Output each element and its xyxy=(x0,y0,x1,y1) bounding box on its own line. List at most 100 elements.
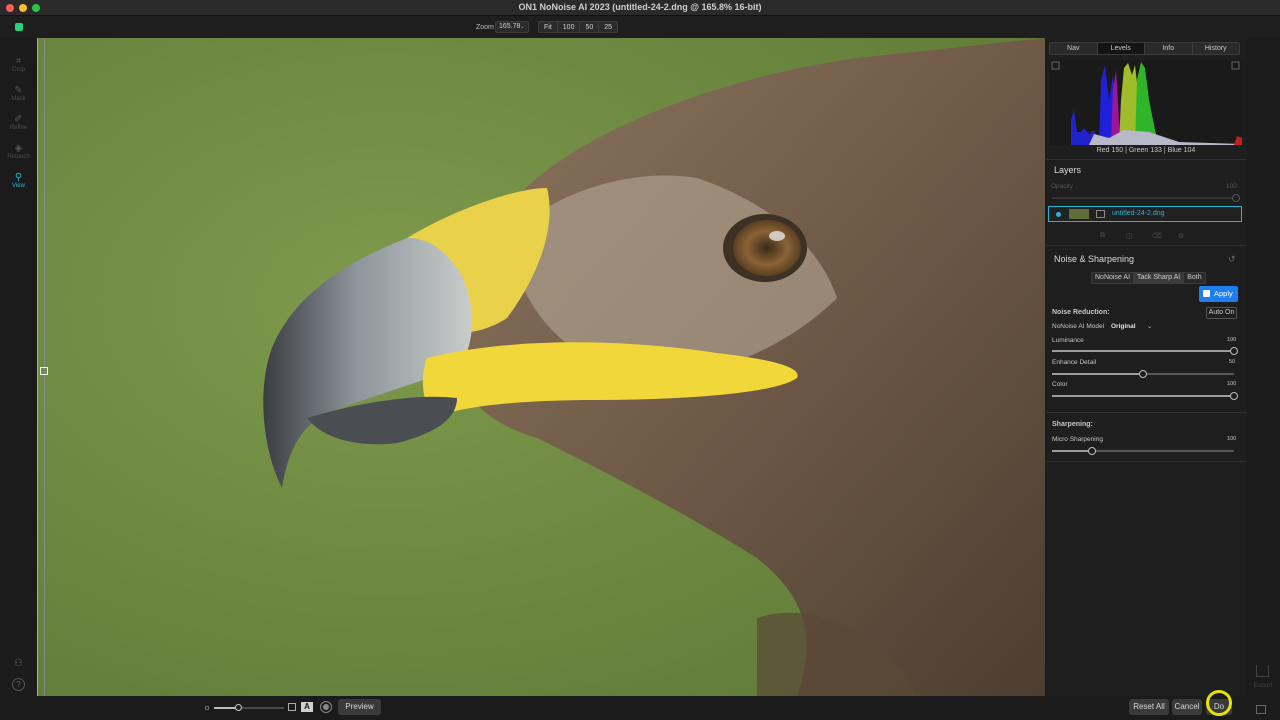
cancel-button[interactable]: Cancel xyxy=(1172,699,1202,715)
compare-view-icon[interactable] xyxy=(288,703,296,711)
refine-brush-icon: ✐ xyxy=(14,114,23,125)
slider-knob[interactable] xyxy=(1230,392,1238,400)
slider-fill xyxy=(1052,350,1234,352)
shadow-clip-icon xyxy=(1051,61,1060,70)
zoom-100-button[interactable]: 100 xyxy=(558,22,581,32)
tool-label: Crop xyxy=(11,67,25,73)
noise-reduction-label: Noise Reduction: xyxy=(1052,309,1110,316)
tab-info[interactable]: Info xyxy=(1145,43,1193,54)
tab-levels[interactable]: Levels xyxy=(1097,43,1145,54)
delete-layer-icon[interactable]: ⌫ xyxy=(1152,232,1162,240)
zoom-50-button[interactable]: 50 xyxy=(580,22,600,32)
mode-tack-sharp-ai[interactable]: Tack Sharp AI xyxy=(1134,273,1185,283)
title-bar: ON1 NoNoise AI 2023 (untitled-24-2.dng @… xyxy=(0,0,1280,16)
slider-knob[interactable] xyxy=(1088,447,1096,455)
layer-settings-icon[interactable]: ⚙ xyxy=(1178,232,1186,240)
chevron-down-icon[interactable]: ⌄ xyxy=(1147,322,1152,330)
zoom-presets: Fit 100 50 25 xyxy=(538,21,619,33)
layer-row[interactable]: untitled-24-2.dng xyxy=(1048,206,1242,222)
micro-sharpening-value: 100 xyxy=(1227,436,1237,442)
crop-icon: ⌗ xyxy=(15,56,22,67)
micro-sharpening-slider[interactable] xyxy=(1052,447,1234,455)
divider xyxy=(1046,461,1246,462)
chevron-down-icon: ⌄ xyxy=(519,24,525,30)
divider xyxy=(1046,245,1246,246)
preview-button[interactable]: Preview xyxy=(338,699,381,715)
bottom-bar: A Preview Reset All Cancel Do xyxy=(0,696,1280,720)
luminance-slider[interactable] xyxy=(1052,347,1238,355)
right-panel: Nav Levels Info History Red 150 | Green … xyxy=(1046,38,1246,696)
tool-retouch[interactable]: ◈ Retouch xyxy=(0,143,37,160)
brush-size-slider[interactable] xyxy=(214,704,284,711)
click-highlight xyxy=(1206,690,1232,716)
user-settings-icon[interactable]: ⚇ xyxy=(12,658,25,671)
histogram xyxy=(1049,60,1242,145)
export-label[interactable]: Export xyxy=(1249,682,1277,689)
zoom-25-button[interactable]: 25 xyxy=(599,22,617,32)
auto-on-button[interactable]: Auto On xyxy=(1206,307,1237,319)
export-icon[interactable] xyxy=(1256,665,1269,677)
tool-label: Refine xyxy=(9,125,28,131)
color-slider[interactable] xyxy=(1052,392,1238,400)
lock-icon xyxy=(1203,290,1210,297)
micro-sharpening-label: Micro Sharpening xyxy=(1052,436,1103,443)
duplicate-layer-icon[interactable]: ⧉ xyxy=(1100,232,1108,240)
tool-crop[interactable]: ⌗ Crop xyxy=(0,56,37,73)
mask-view-icon[interactable] xyxy=(320,701,332,713)
slider-fill xyxy=(1052,395,1234,397)
color-value: 100 xyxy=(1227,381,1237,387)
slider-knob[interactable] xyxy=(1232,194,1240,202)
before-after-icon[interactable]: A xyxy=(301,702,313,712)
histogram-readout: Red 150 | Green 133 | Blue 104 xyxy=(1096,147,1196,154)
tool-view[interactable]: ⚲ View xyxy=(0,172,37,189)
zoom-label: Zoom xyxy=(476,24,494,31)
zoom-fit-button[interactable]: Fit xyxy=(539,22,558,32)
tab-nav[interactable]: Nav xyxy=(1050,43,1098,54)
tool-label: View xyxy=(12,183,25,189)
apply-button[interactable]: Apply xyxy=(1199,286,1238,302)
zoom-value: 165.78 xyxy=(499,23,521,30)
slider-knob[interactable] xyxy=(235,704,242,711)
layer-name: untitled-24-2.dng xyxy=(1112,210,1165,217)
slider-fill xyxy=(1052,450,1092,452)
opacity-label: Opacity xyxy=(1051,183,1074,190)
reset-section-icon[interactable]: ↺ xyxy=(1228,254,1236,265)
zoom-view-icon: ⚲ xyxy=(14,172,23,183)
tool-label: Retouch xyxy=(7,154,30,160)
retouch-icon: ◈ xyxy=(14,143,23,154)
opacity-slider[interactable] xyxy=(1052,194,1240,202)
enhance-detail-slider[interactable] xyxy=(1052,370,1234,378)
highlight-clip-icon xyxy=(1231,61,1240,70)
slider-knob[interactable] xyxy=(1230,347,1238,355)
mode-selector: NoNoise AI Tack Sharp AI Both xyxy=(1091,272,1206,284)
mode-nonoise-ai[interactable]: NoNoise AI xyxy=(1092,273,1135,283)
new-layer-icon[interactable]: ◫ xyxy=(1126,232,1134,240)
image-canvas[interactable] xyxy=(37,38,1045,696)
layer-visibility-icon[interactable] xyxy=(1056,212,1061,217)
tab-history[interactable]: History xyxy=(1193,43,1240,54)
reset-all-button[interactable]: Reset All xyxy=(1129,699,1169,715)
sharpening-label: Sharpening: xyxy=(1052,421,1093,428)
mode-both[interactable]: Both xyxy=(1184,273,1204,283)
model-label: NoNoise AI Model xyxy=(1052,323,1105,330)
crop-handle[interactable] xyxy=(40,367,48,375)
luminance-value: 100 xyxy=(1227,337,1237,343)
model-select[interactable]: Original xyxy=(1111,323,1136,330)
tool-mask[interactable]: ✎ Mask xyxy=(0,85,37,102)
eagle-photo xyxy=(37,38,1045,696)
panel-tabs: Nav Levels Info History xyxy=(1049,42,1240,55)
zoom-input[interactable]: 165.78 ⌄ xyxy=(495,21,529,33)
enhance-detail-value: 50 xyxy=(1229,359,1236,365)
toggle-panel-icon[interactable] xyxy=(1256,705,1266,714)
slider-knob[interactable] xyxy=(1139,370,1147,378)
help-icon[interactable]: ? xyxy=(12,678,25,691)
noise-sharpening-title: Noise & Sharpening xyxy=(1054,254,1135,264)
enhance-detail-label: Enhance Detail xyxy=(1052,359,1097,366)
module-strip: Export xyxy=(1246,38,1280,696)
tool-refine[interactable]: ✐ Refine xyxy=(0,114,37,131)
layers-title: Layers xyxy=(1054,165,1082,175)
top-toolbar: Zoom 165.78 ⌄ Fit 100 50 25 xyxy=(0,16,1280,38)
layer-mask-icon[interactable] xyxy=(1096,210,1105,218)
apply-label: Apply xyxy=(1214,289,1233,298)
divider xyxy=(1046,412,1246,413)
